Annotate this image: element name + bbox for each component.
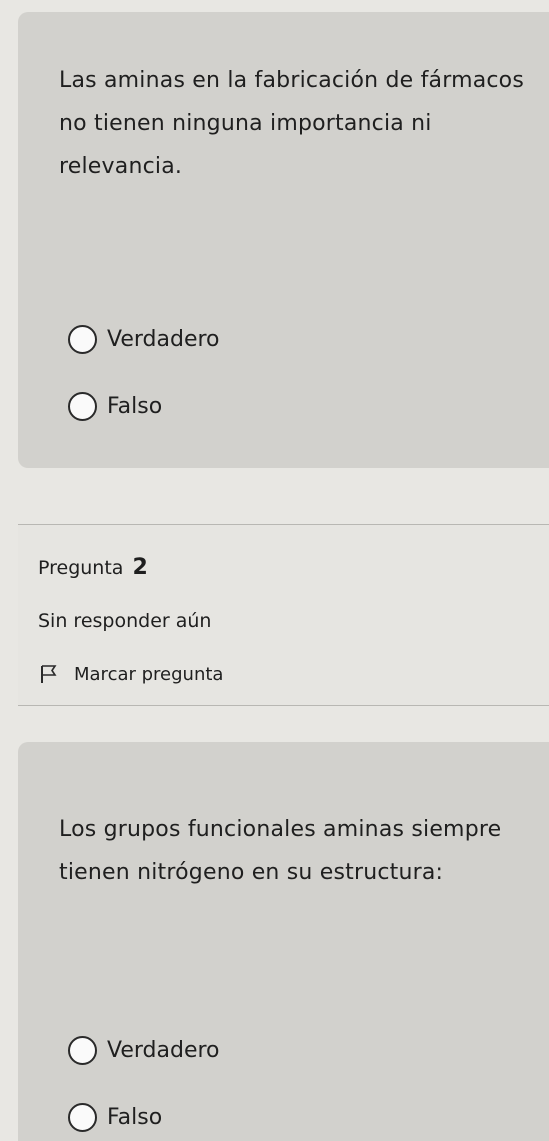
question-2-card: Los grupos funcionales aminas siempre ti…: [18, 742, 549, 1141]
radio-button[interactable]: [68, 1102, 97, 1132]
question-number: Pregunta 2: [38, 555, 148, 580]
option-label: Falso: [107, 1104, 163, 1130]
flag-question-label: Marcar pregunta: [74, 663, 224, 685]
question-1-option-false[interactable]: Falso: [68, 389, 162, 423]
question-number-label: Pregunta: [38, 557, 124, 579]
question-number-value: 2: [132, 555, 148, 580]
radio-button[interactable]: [68, 391, 97, 421]
radio-button[interactable]: [68, 1035, 97, 1065]
question-2-option-false[interactable]: Falso: [68, 1100, 162, 1134]
question-2-info-panel: Pregunta 2 Sin responder aún Marcar preg…: [18, 524, 549, 706]
option-label: Verdadero: [107, 1037, 220, 1063]
flag-icon[interactable]: [38, 663, 60, 685]
question-2-text: Los grupos funcionales aminas siempre ti…: [59, 817, 502, 885]
question-2-option-true[interactable]: Verdadero: [68, 1033, 220, 1067]
question-1-option-true[interactable]: Verdadero: [68, 322, 220, 356]
radio-button[interactable]: [68, 324, 97, 354]
flag-question-button[interactable]: Marcar pregunta: [38, 663, 223, 685]
option-label: Verdadero: [107, 326, 220, 352]
question-status: Sin responder aún: [38, 610, 212, 632]
question-1-card: Las aminas en la fabricación de fármacos…: [18, 12, 549, 468]
question-1-text: Las aminas en la fabricación de fármacos…: [59, 68, 524, 179]
option-label: Falso: [107, 393, 163, 419]
